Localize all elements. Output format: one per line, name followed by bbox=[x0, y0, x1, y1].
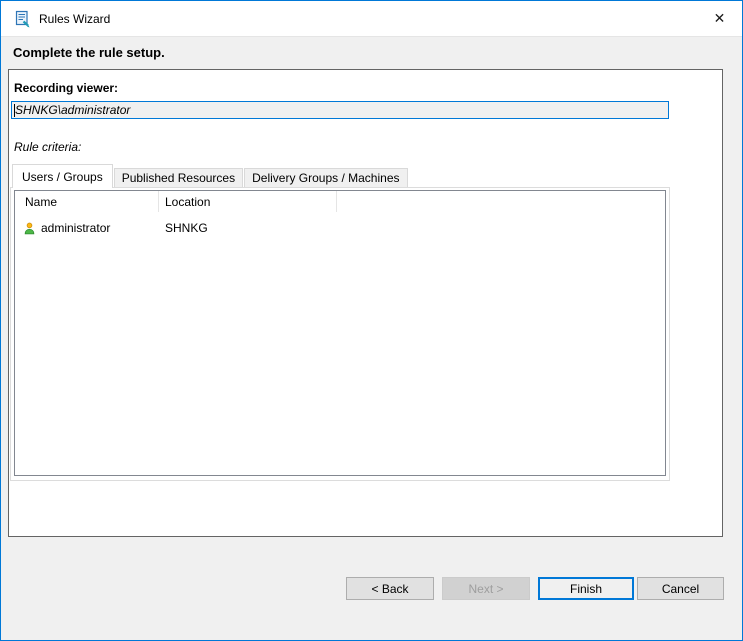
tab-label: Published Resources bbox=[121, 171, 236, 185]
rules-wizard-icon bbox=[15, 10, 30, 27]
column-header-location[interactable]: Location bbox=[159, 191, 337, 212]
window-title: Rules Wizard bbox=[39, 11, 111, 26]
column-label: Location bbox=[165, 194, 211, 209]
page-title: Complete the rule setup. bbox=[13, 45, 165, 60]
rules-wizard-dialog: Rules Wizard ✕ Complete the rule setup. … bbox=[0, 0, 743, 641]
users-list: Name Location administrator SHNKG bbox=[14, 190, 666, 476]
column-label: Name bbox=[25, 194, 58, 209]
tab-published-resources[interactable]: Published Resources bbox=[113, 168, 244, 187]
tab-users-groups[interactable]: Users / Groups bbox=[12, 164, 113, 188]
title-bar: Rules Wizard ✕ bbox=[1, 1, 742, 37]
user-location-cell: SHNKG bbox=[159, 221, 337, 235]
recording-viewer-input[interactable]: SHNKG\administrator bbox=[11, 101, 669, 119]
user-name-cell: administrator bbox=[15, 221, 159, 235]
back-button[interactable]: < Back bbox=[346, 577, 434, 600]
content-panel: Recording viewer: SHNKG\administrator Ru… bbox=[8, 69, 723, 537]
rule-criteria-tabs: Users / Groups Published Resources Deliv… bbox=[12, 164, 409, 188]
recording-viewer-value: SHNKG\administrator bbox=[15, 103, 131, 117]
tab-delivery-groups-machines[interactable]: Delivery Groups / Machines bbox=[244, 168, 408, 187]
next-button[interactable]: Next > bbox=[442, 577, 530, 600]
recording-viewer-label: Recording viewer: bbox=[14, 81, 119, 95]
rule-criteria-label: Rule criteria: bbox=[14, 140, 82, 154]
tab-label: Delivery Groups / Machines bbox=[252, 171, 400, 185]
tab-label: Users / Groups bbox=[22, 169, 103, 184]
tab-page-users-groups: Name Location administrator SHNKG bbox=[10, 187, 670, 481]
user-name: administrator bbox=[41, 221, 111, 235]
user-icon bbox=[24, 222, 35, 234]
cancel-button[interactable]: Cancel bbox=[637, 577, 724, 600]
finish-button[interactable]: Finish bbox=[538, 577, 634, 600]
user-location: SHNKG bbox=[165, 221, 208, 235]
table-row[interactable]: administrator SHNKG bbox=[15, 217, 665, 239]
list-header: Name Location bbox=[15, 191, 665, 212]
close-icon[interactable]: ✕ bbox=[697, 1, 742, 36]
column-header-name[interactable]: Name bbox=[15, 191, 159, 212]
